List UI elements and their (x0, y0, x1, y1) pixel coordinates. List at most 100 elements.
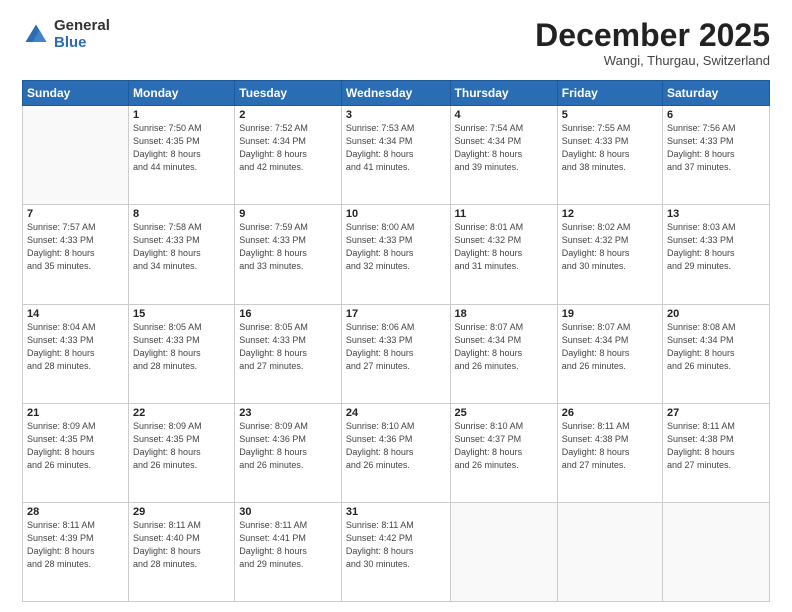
day-info: Sunrise: 7:58 AM Sunset: 4:33 PM Dayligh… (133, 221, 230, 273)
day-number: 28 (27, 506, 124, 518)
day-number: 27 (667, 407, 765, 419)
calendar-header-thursday: Thursday (450, 81, 557, 106)
day-number: 10 (346, 208, 446, 220)
day-number: 5 (562, 109, 658, 121)
day-info: Sunrise: 7:55 AM Sunset: 4:33 PM Dayligh… (562, 122, 658, 174)
calendar-cell: 31Sunrise: 8:11 AM Sunset: 4:42 PM Dayli… (341, 502, 450, 601)
day-info: Sunrise: 7:57 AM Sunset: 4:33 PM Dayligh… (27, 221, 124, 273)
calendar-cell (450, 502, 557, 601)
calendar-cell: 8Sunrise: 7:58 AM Sunset: 4:33 PM Daylig… (129, 205, 235, 304)
calendar-cell: 27Sunrise: 8:11 AM Sunset: 4:38 PM Dayli… (663, 403, 770, 502)
day-number: 7 (27, 208, 124, 220)
calendar-cell (557, 502, 662, 601)
day-info: Sunrise: 8:11 AM Sunset: 4:38 PM Dayligh… (562, 420, 658, 472)
calendar-cell (23, 106, 129, 205)
calendar-cell: 7Sunrise: 7:57 AM Sunset: 4:33 PM Daylig… (23, 205, 129, 304)
calendar-cell: 11Sunrise: 8:01 AM Sunset: 4:32 PM Dayli… (450, 205, 557, 304)
calendar-cell: 18Sunrise: 8:07 AM Sunset: 4:34 PM Dayli… (450, 304, 557, 403)
day-number: 11 (455, 208, 553, 220)
calendar-week-row: 7Sunrise: 7:57 AM Sunset: 4:33 PM Daylig… (23, 205, 770, 304)
calendar-cell: 15Sunrise: 8:05 AM Sunset: 4:33 PM Dayli… (129, 304, 235, 403)
calendar-cell: 9Sunrise: 7:59 AM Sunset: 4:33 PM Daylig… (235, 205, 342, 304)
calendar-cell: 13Sunrise: 8:03 AM Sunset: 4:33 PM Dayli… (663, 205, 770, 304)
location: Wangi, Thurgau, Switzerland (535, 53, 770, 68)
calendar-cell: 5Sunrise: 7:55 AM Sunset: 4:33 PM Daylig… (557, 106, 662, 205)
day-number: 22 (133, 407, 230, 419)
calendar-cell: 28Sunrise: 8:11 AM Sunset: 4:39 PM Dayli… (23, 502, 129, 601)
calendar-cell: 25Sunrise: 8:10 AM Sunset: 4:37 PM Dayli… (450, 403, 557, 502)
calendar-header-wednesday: Wednesday (341, 81, 450, 106)
day-number: 15 (133, 308, 230, 320)
day-number: 31 (346, 506, 446, 518)
day-number: 6 (667, 109, 765, 121)
calendar-cell: 23Sunrise: 8:09 AM Sunset: 4:36 PM Dayli… (235, 403, 342, 502)
day-number: 8 (133, 208, 230, 220)
day-info: Sunrise: 8:03 AM Sunset: 4:33 PM Dayligh… (667, 221, 765, 273)
calendar-week-row: 14Sunrise: 8:04 AM Sunset: 4:33 PM Dayli… (23, 304, 770, 403)
calendar-header-tuesday: Tuesday (235, 81, 342, 106)
calendar-cell: 29Sunrise: 8:11 AM Sunset: 4:40 PM Dayli… (129, 502, 235, 601)
header: General Blue December 2025 Wangi, Thurga… (22, 18, 770, 68)
calendar-week-row: 1Sunrise: 7:50 AM Sunset: 4:35 PM Daylig… (23, 106, 770, 205)
calendar-week-row: 21Sunrise: 8:09 AM Sunset: 4:35 PM Dayli… (23, 403, 770, 502)
calendar-header-sunday: Sunday (23, 81, 129, 106)
logo-general-text: General (54, 18, 110, 35)
month-title: December 2025 (535, 18, 770, 53)
calendar-cell: 4Sunrise: 7:54 AM Sunset: 4:34 PM Daylig… (450, 106, 557, 205)
day-number: 16 (239, 308, 337, 320)
day-info: Sunrise: 7:50 AM Sunset: 4:35 PM Dayligh… (133, 122, 230, 174)
day-number: 25 (455, 407, 553, 419)
day-info: Sunrise: 8:11 AM Sunset: 4:40 PM Dayligh… (133, 519, 230, 571)
day-number: 29 (133, 506, 230, 518)
day-info: Sunrise: 8:09 AM Sunset: 4:35 PM Dayligh… (133, 420, 230, 472)
logo-blue-text: Blue (54, 35, 110, 52)
day-number: 23 (239, 407, 337, 419)
day-info: Sunrise: 8:05 AM Sunset: 4:33 PM Dayligh… (133, 321, 230, 373)
day-number: 3 (346, 109, 446, 121)
day-info: Sunrise: 8:07 AM Sunset: 4:34 PM Dayligh… (455, 321, 553, 373)
page: General Blue December 2025 Wangi, Thurga… (0, 0, 792, 612)
calendar-cell: 6Sunrise: 7:56 AM Sunset: 4:33 PM Daylig… (663, 106, 770, 205)
day-info: Sunrise: 8:11 AM Sunset: 4:39 PM Dayligh… (27, 519, 124, 571)
calendar-week-row: 28Sunrise: 8:11 AM Sunset: 4:39 PM Dayli… (23, 502, 770, 601)
calendar-header-saturday: Saturday (663, 81, 770, 106)
calendar-header-friday: Friday (557, 81, 662, 106)
day-number: 20 (667, 308, 765, 320)
day-number: 1 (133, 109, 230, 121)
day-number: 9 (239, 208, 337, 220)
day-info: Sunrise: 8:01 AM Sunset: 4:32 PM Dayligh… (455, 221, 553, 273)
day-number: 18 (455, 308, 553, 320)
logo: General Blue (22, 18, 110, 51)
day-info: Sunrise: 7:53 AM Sunset: 4:34 PM Dayligh… (346, 122, 446, 174)
calendar-cell: 3Sunrise: 7:53 AM Sunset: 4:34 PM Daylig… (341, 106, 450, 205)
day-number: 4 (455, 109, 553, 121)
calendar-cell: 19Sunrise: 8:07 AM Sunset: 4:34 PM Dayli… (557, 304, 662, 403)
calendar-cell: 10Sunrise: 8:00 AM Sunset: 4:33 PM Dayli… (341, 205, 450, 304)
day-info: Sunrise: 8:09 AM Sunset: 4:35 PM Dayligh… (27, 420, 124, 472)
day-number: 12 (562, 208, 658, 220)
day-info: Sunrise: 8:08 AM Sunset: 4:34 PM Dayligh… (667, 321, 765, 373)
day-number: 19 (562, 308, 658, 320)
calendar-cell: 26Sunrise: 8:11 AM Sunset: 4:38 PM Dayli… (557, 403, 662, 502)
day-info: Sunrise: 8:10 AM Sunset: 4:36 PM Dayligh… (346, 420, 446, 472)
day-info: Sunrise: 8:10 AM Sunset: 4:37 PM Dayligh… (455, 420, 553, 472)
calendar-header-row: SundayMondayTuesdayWednesdayThursdayFrid… (23, 81, 770, 106)
calendar-cell: 12Sunrise: 8:02 AM Sunset: 4:32 PM Dayli… (557, 205, 662, 304)
calendar-cell: 30Sunrise: 8:11 AM Sunset: 4:41 PM Dayli… (235, 502, 342, 601)
day-info: Sunrise: 8:00 AM Sunset: 4:33 PM Dayligh… (346, 221, 446, 273)
day-info: Sunrise: 8:11 AM Sunset: 4:42 PM Dayligh… (346, 519, 446, 571)
calendar-cell: 16Sunrise: 8:05 AM Sunset: 4:33 PM Dayli… (235, 304, 342, 403)
day-number: 14 (27, 308, 124, 320)
calendar-cell: 2Sunrise: 7:52 AM Sunset: 4:34 PM Daylig… (235, 106, 342, 205)
day-number: 21 (27, 407, 124, 419)
calendar-cell: 17Sunrise: 8:06 AM Sunset: 4:33 PM Dayli… (341, 304, 450, 403)
day-info: Sunrise: 8:11 AM Sunset: 4:38 PM Dayligh… (667, 420, 765, 472)
day-info: Sunrise: 8:04 AM Sunset: 4:33 PM Dayligh… (27, 321, 124, 373)
calendar-cell: 21Sunrise: 8:09 AM Sunset: 4:35 PM Dayli… (23, 403, 129, 502)
calendar-cell: 22Sunrise: 8:09 AM Sunset: 4:35 PM Dayli… (129, 403, 235, 502)
day-info: Sunrise: 8:09 AM Sunset: 4:36 PM Dayligh… (239, 420, 337, 472)
day-number: 30 (239, 506, 337, 518)
calendar-cell: 24Sunrise: 8:10 AM Sunset: 4:36 PM Dayli… (341, 403, 450, 502)
day-info: Sunrise: 7:54 AM Sunset: 4:34 PM Dayligh… (455, 122, 553, 174)
day-info: Sunrise: 7:52 AM Sunset: 4:34 PM Dayligh… (239, 122, 337, 174)
